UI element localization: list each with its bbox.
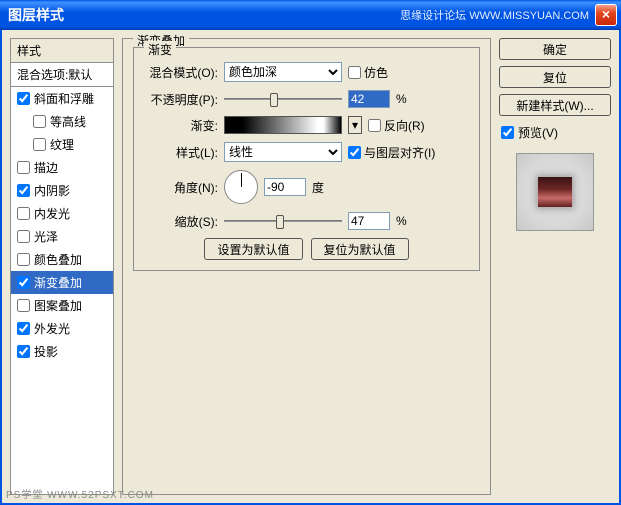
style-select[interactable]: 线性 xyxy=(224,142,342,162)
style-item-10[interactable]: 外发光 xyxy=(11,317,113,340)
gradient-dropdown-arrow[interactable]: ▾ xyxy=(348,116,362,134)
style-label: 等高线 xyxy=(50,113,86,130)
style-item-2[interactable]: 纹理 xyxy=(11,133,113,156)
opacity-label: 不透明度(P): xyxy=(144,91,218,108)
scale-label: 缩放(S): xyxy=(144,213,218,230)
style-checkbox[interactable] xyxy=(17,230,30,243)
new-style-button[interactable]: 新建样式(W)... xyxy=(499,94,611,116)
scale-input[interactable] xyxy=(348,212,390,230)
angle-dial[interactable] xyxy=(224,170,258,204)
set-default-button[interactable]: 设置为默认值 xyxy=(204,238,302,260)
style-checkbox[interactable] xyxy=(17,253,30,266)
close-button[interactable]: × xyxy=(595,4,617,26)
scale-slider[interactable] xyxy=(224,213,342,229)
style-item-1[interactable]: 等高线 xyxy=(11,110,113,133)
styles-header[interactable]: 样式 xyxy=(11,39,113,63)
style-label: 样式(L): xyxy=(144,144,218,161)
dialog-content: 样式 混合选项:默认 斜面和浮雕等高线纹理描边内阴影内发光光泽颜色叠加渐变叠加图… xyxy=(0,30,621,505)
align-checkbox[interactable]: 与图层对齐(I) xyxy=(348,144,435,161)
blend-options-row[interactable]: 混合选项:默认 xyxy=(11,63,113,87)
angle-suffix: 度 xyxy=(312,179,324,196)
watermark-text: 思缘设计论坛 WWW.MISSYUAN.COM xyxy=(400,7,589,23)
opacity-slider[interactable] xyxy=(224,91,342,107)
style-checkbox[interactable] xyxy=(33,138,46,151)
ok-button[interactable]: 确定 xyxy=(499,38,611,60)
style-label: 外发光 xyxy=(34,320,70,337)
blend-mode-select[interactable]: 颜色加深 xyxy=(224,62,342,82)
angle-label: 角度(N): xyxy=(144,179,218,196)
opacity-input[interactable] xyxy=(348,90,390,108)
style-checkbox[interactable] xyxy=(17,322,30,335)
style-label: 斜面和浮雕 xyxy=(34,90,94,107)
style-item-6[interactable]: 光泽 xyxy=(11,225,113,248)
style-item-0[interactable]: 斜面和浮雕 xyxy=(11,87,113,110)
opacity-suffix: % xyxy=(396,92,407,106)
right-buttons: 确定 复位 新建样式(W)... 预览(V) xyxy=(499,38,611,495)
window-title: 图层样式 xyxy=(8,5,400,25)
style-item-9[interactable]: 图案叠加 xyxy=(11,294,113,317)
dither-checkbox[interactable]: 仿色 xyxy=(348,64,388,81)
group-title: 渐变 xyxy=(144,41,176,58)
style-label: 投影 xyxy=(34,343,58,360)
gradient-group: 渐变 混合模式(O): 颜色加深 仿色 不透明度(P): % 渐变: ▾ 反向(… xyxy=(133,47,480,271)
style-item-4[interactable]: 内阴影 xyxy=(11,179,113,202)
style-item-5[interactable]: 内发光 xyxy=(11,202,113,225)
style-checkbox[interactable] xyxy=(17,276,30,289)
style-label: 纹理 xyxy=(50,136,74,153)
style-checkbox[interactable] xyxy=(17,184,30,197)
style-checkbox[interactable] xyxy=(17,345,30,358)
style-checkbox[interactable] xyxy=(17,92,30,105)
style-label: 渐变叠加 xyxy=(34,274,82,291)
style-label: 描边 xyxy=(34,159,58,176)
style-item-11[interactable]: 投影 xyxy=(11,340,113,363)
styles-list: 样式 混合选项:默认 斜面和浮雕等高线纹理描边内阴影内发光光泽颜色叠加渐变叠加图… xyxy=(10,38,114,495)
style-label: 颜色叠加 xyxy=(34,251,82,268)
angle-input[interactable] xyxy=(264,178,306,196)
title-bar: 图层样式 思缘设计论坛 WWW.MISSYUAN.COM × xyxy=(0,0,621,30)
footer-watermark: PS学堂 WWW.52PSXT.COM xyxy=(6,486,154,501)
gradient-label: 渐变: xyxy=(144,117,218,134)
style-item-8[interactable]: 渐变叠加 xyxy=(11,271,113,294)
cancel-button[interactable]: 复位 xyxy=(499,66,611,88)
style-label: 内阴影 xyxy=(34,182,70,199)
style-item-7[interactable]: 颜色叠加 xyxy=(11,248,113,271)
style-checkbox[interactable] xyxy=(17,161,30,174)
scale-suffix: % xyxy=(396,214,407,228)
style-checkbox[interactable] xyxy=(17,207,30,220)
blend-mode-label: 混合模式(O): xyxy=(144,64,218,81)
preview-thumbnail xyxy=(516,153,594,231)
gradient-picker[interactable] xyxy=(224,116,342,134)
style-checkbox[interactable] xyxy=(17,299,30,312)
style-label: 内发光 xyxy=(34,205,70,222)
reverse-checkbox[interactable]: 反向(R) xyxy=(368,117,425,134)
reset-default-button[interactable]: 复位为默认值 xyxy=(311,238,409,260)
settings-panel: 渐变叠加 渐变 混合模式(O): 颜色加深 仿色 不透明度(P): % 渐变: … xyxy=(122,38,491,495)
style-item-3[interactable]: 描边 xyxy=(11,156,113,179)
style-label: 图案叠加 xyxy=(34,297,82,314)
style-label: 光泽 xyxy=(34,228,58,245)
style-checkbox[interactable] xyxy=(33,115,46,128)
preview-checkbox[interactable]: 预览(V) xyxy=(499,122,611,143)
